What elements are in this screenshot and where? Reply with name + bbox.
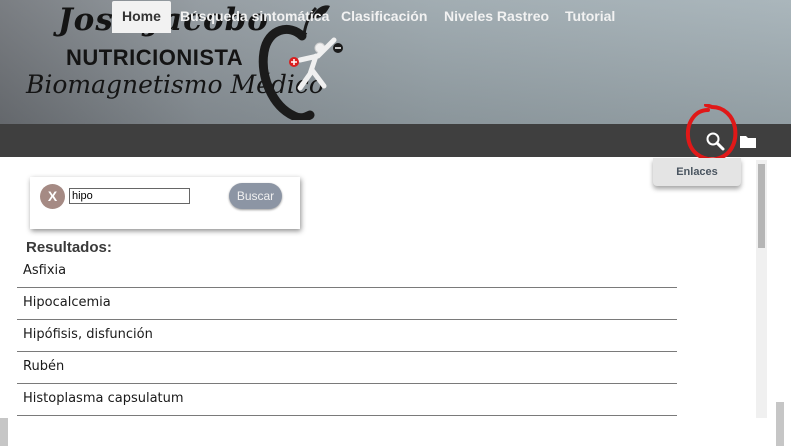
search-card: X Buscar: [30, 177, 300, 229]
brand-role: NUTRICIONISTA: [66, 45, 244, 70]
result-item[interactable]: Hipófisis, disfunción: [17, 320, 677, 352]
clear-search-button[interactable]: X: [40, 184, 65, 209]
scrollbar-thumb[interactable]: [758, 164, 765, 248]
results-list: Asfixia Hipocalcemia Hipófisis, disfunci…: [17, 256, 677, 416]
enlaces-menu-item[interactable]: Enlaces: [653, 158, 741, 186]
tab-niveles-rastreo[interactable]: Niveles Rastreo: [444, 0, 549, 33]
right-edge-scroll[interactable]: [776, 402, 784, 446]
result-item[interactable]: Hipocalcemia: [17, 288, 677, 320]
result-item[interactable]: Histoplasma capsulatum: [17, 384, 677, 416]
tab-clasificacion[interactable]: Clasificación: [341, 0, 427, 33]
tab-home[interactable]: Home: [112, 1, 171, 33]
result-item[interactable]: Rubén: [17, 352, 677, 384]
tab-tutorial[interactable]: Tutorial: [565, 0, 615, 33]
result-item[interactable]: Asfixia: [17, 256, 677, 288]
folder-icon[interactable]: [739, 134, 758, 149]
results-heading: Resultados:: [26, 239, 112, 256]
search-input[interactable]: [69, 188, 190, 204]
tab-busqueda-sintomatica[interactable]: Búsqueda sintomática: [180, 0, 329, 33]
vertical-scrollbar[interactable]: [756, 160, 767, 418]
search-icon[interactable]: [703, 130, 729, 152]
left-edge-scroll: [0, 418, 8, 446]
main-navbar: [0, 124, 791, 157]
buscar-button[interactable]: Buscar: [229, 183, 282, 209]
